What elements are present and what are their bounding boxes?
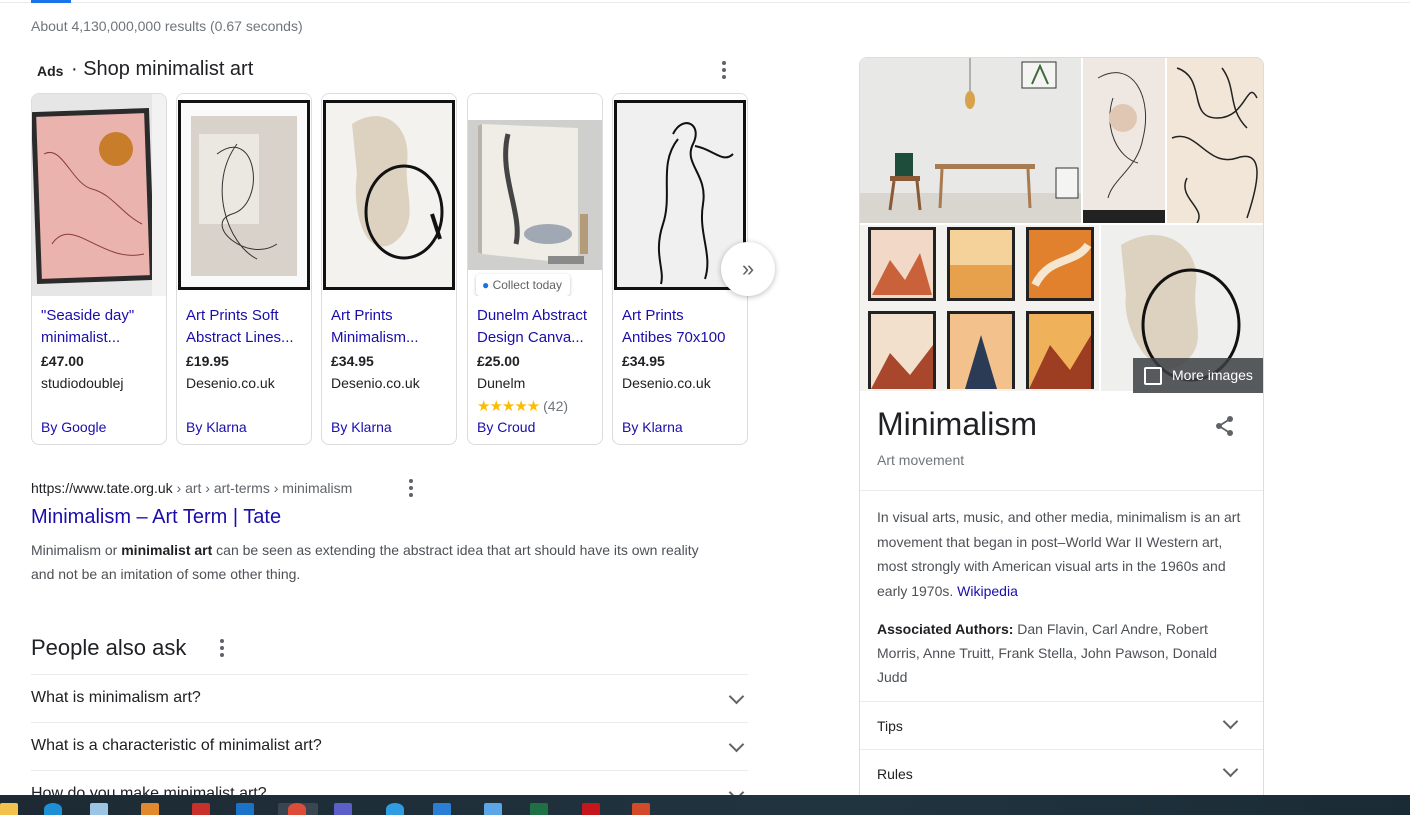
product-store: Dunelm bbox=[477, 375, 526, 391]
edge-icon[interactable] bbox=[386, 803, 404, 815]
product-rating: ★★★★★ (42) bbox=[477, 397, 568, 415]
result-stats: About 4,130,000,000 results (0.67 second… bbox=[31, 18, 303, 34]
product-title[interactable]: "Seaside day" minimalist... bbox=[41, 305, 159, 349]
double-chevron-right-icon: » bbox=[741, 256, 755, 281]
more-vert-icon[interactable] bbox=[214, 638, 230, 658]
photos-icon[interactable] bbox=[484, 803, 502, 815]
chevron-down-icon bbox=[728, 736, 745, 753]
kp-title: Minimalism bbox=[877, 406, 1037, 442]
product-price: £25.00 bbox=[477, 353, 520, 369]
rating-stars-icon: ★★★★★ bbox=[477, 398, 540, 415]
acrobat-icon[interactable] bbox=[582, 803, 600, 815]
ad-provider-link[interactable]: By Croud bbox=[477, 419, 535, 435]
paint-icon[interactable] bbox=[632, 803, 650, 815]
chevron-down-icon bbox=[1222, 761, 1239, 778]
windows-taskbar bbox=[0, 795, 1410, 815]
chevron-down-icon bbox=[1222, 713, 1239, 730]
paa-question[interactable]: What is a characteristic of minimalist a… bbox=[31, 722, 748, 771]
product-price: £34.95 bbox=[622, 353, 665, 369]
excel-icon[interactable] bbox=[530, 803, 548, 815]
header-divider bbox=[0, 2, 1410, 3]
kp-subtitle: Art movement bbox=[877, 452, 965, 468]
kp-associated-authors: Associated Authors: Dan Flavin, Carl And… bbox=[877, 621, 1218, 685]
product-carousel: "Seaside day" minimalist... £47.00 studio… bbox=[31, 93, 791, 445]
product-store: Desenio.co.uk bbox=[331, 375, 420, 391]
product-price: £19.95 bbox=[186, 353, 229, 369]
filezilla-icon[interactable] bbox=[192, 803, 210, 815]
product-card[interactable]: Art Prints Minimalism... £34.95 Desenio.c… bbox=[321, 93, 457, 445]
product-store: Desenio.co.uk bbox=[622, 375, 711, 391]
ad-provider-link[interactable]: By Klarna bbox=[331, 419, 392, 435]
collect-today-badge: ● Collect today bbox=[476, 274, 570, 296]
teams-icon[interactable] bbox=[334, 803, 352, 815]
result-snippet: Minimalism or minimalist art can be seen… bbox=[31, 542, 699, 582]
review-count: (42) bbox=[543, 398, 569, 414]
ads-label: Ads bbox=[37, 63, 64, 79]
ads-title: · Shop minimalist art bbox=[71, 58, 254, 80]
product-title[interactable]: Art Prints Soft Abstract Lines... bbox=[186, 305, 304, 349]
outlook-icon[interactable] bbox=[236, 803, 254, 815]
shopping-ads-header: Ads · Shop minimalist art bbox=[31, 58, 748, 84]
result-url-breadcrumb: https://www.tate.org.uk › art › art-term… bbox=[31, 480, 353, 496]
product-store: studiodoublej bbox=[41, 375, 124, 391]
more-vert-icon[interactable] bbox=[403, 478, 419, 498]
ad-provider-link[interactable]: By Google bbox=[41, 419, 106, 435]
file-explorer-icon[interactable] bbox=[0, 803, 18, 815]
image-icon bbox=[1144, 367, 1162, 385]
product-title[interactable]: Dunelm Abstract Design Canva... bbox=[477, 305, 595, 349]
product-image bbox=[177, 94, 311, 296]
people-also-ask-title: People also ask bbox=[31, 635, 187, 660]
product-title[interactable]: Art Prints Minimalism... bbox=[331, 305, 449, 349]
ad-provider-link[interactable]: By Klarna bbox=[622, 419, 683, 435]
kp-divider bbox=[860, 490, 1263, 491]
kp-image-faces-pattern[interactable] bbox=[1167, 58, 1263, 223]
paa-question[interactable]: What is minimalism art? bbox=[31, 674, 748, 723]
carousel-next-button[interactable]: » bbox=[721, 242, 775, 296]
product-price: £47.00 bbox=[41, 353, 84, 369]
kp-image-face-line[interactable] bbox=[1083, 58, 1165, 223]
product-card[interactable]: ● Collect today Dunelm Abstract Design Ca… bbox=[467, 93, 603, 445]
result-title-link[interactable]: Minimalism – Art Term | Tate bbox=[31, 506, 281, 529]
chrome-icon[interactable] bbox=[288, 803, 306, 815]
product-image: ● Collect today bbox=[468, 94, 602, 296]
share-icon[interactable] bbox=[1214, 415, 1236, 437]
product-card[interactable]: Art Prints Soft Abstract Lines... £19.95 … bbox=[176, 93, 312, 445]
product-image bbox=[32, 94, 166, 296]
product-store: Desenio.co.uk bbox=[186, 375, 275, 391]
notepad-icon[interactable] bbox=[90, 803, 108, 815]
mail-icon[interactable] bbox=[433, 803, 451, 815]
kp-description: In visual arts, music, and other media, … bbox=[877, 509, 1241, 599]
product-image bbox=[322, 94, 456, 296]
kp-row-rules[interactable]: Rules bbox=[860, 750, 1263, 798]
product-price: £34.95 bbox=[331, 353, 374, 369]
ad-provider-link[interactable]: By Klarna bbox=[186, 419, 247, 435]
product-card[interactable]: "Seaside day" minimalist... £47.00 studio… bbox=[31, 93, 167, 445]
kp-image-room[interactable] bbox=[860, 58, 1081, 223]
skype-icon[interactable] bbox=[44, 803, 62, 815]
more-images-button[interactable]: More images bbox=[1133, 358, 1263, 393]
sublime-icon[interactable] bbox=[141, 803, 159, 815]
more-vert-icon[interactable] bbox=[716, 60, 732, 80]
active-tab-indicator bbox=[31, 0, 71, 3]
wikipedia-link[interactable]: Wikipedia bbox=[957, 583, 1018, 599]
kp-image-prints-grid[interactable] bbox=[860, 225, 1099, 391]
chevron-down-icon bbox=[728, 688, 745, 705]
kp-row-tips[interactable]: Tips bbox=[860, 702, 1263, 750]
product-title[interactable]: Art Prints Antibes 70x100 bbox=[622, 305, 740, 349]
knowledge-panel: More images Minimalism Art movement In v… bbox=[859, 57, 1264, 799]
location-pin-icon: ● bbox=[482, 278, 490, 292]
